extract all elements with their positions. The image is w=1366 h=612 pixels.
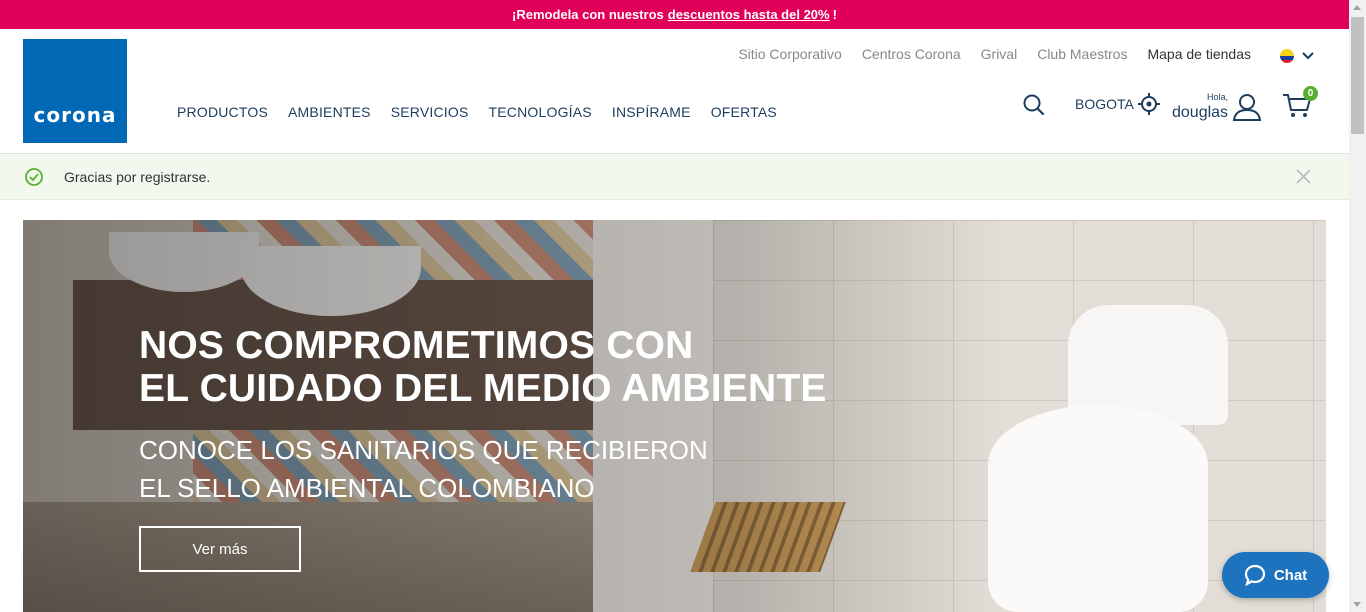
chevron-down-icon [1302, 52, 1314, 60]
promo-text: ¡Remodela con nuestros [512, 7, 664, 22]
notice-message: Gracias por registrarse. [64, 169, 211, 185]
user-name: douglas [1172, 104, 1229, 121]
scroll-down-arrow[interactable] [1353, 602, 1361, 607]
toplink-mapa-de-tiendas[interactable]: Mapa de tiendas [1147, 46, 1251, 62]
promo-discount-link[interactable]: descuentos hasta del 20% [668, 7, 830, 22]
chat-button[interactable]: Chat [1222, 552, 1329, 598]
hero-subtitle: CONOCE LOS SANITARIOS QUE RECIBIERON EL … [139, 431, 708, 507]
hero-banner[interactable]: NOS COMPROMETIMOS CON EL CUIDADO DEL MED… [23, 220, 1326, 612]
search-button[interactable] [1022, 93, 1046, 122]
cart-button[interactable]: 0 [1282, 86, 1318, 124]
user-icon [1232, 94, 1262, 121]
city-selector[interactable]: BOGOTA [1075, 93, 1160, 115]
check-circle-icon [25, 168, 43, 186]
promo-bar: ¡Remodela con nuestros descuentos hasta … [0, 0, 1349, 29]
main-nav: PRODUCTOS AMBIENTES SERVICIOS TECNOLOGÍA… [177, 104, 777, 120]
hero-subtitle-line1: CONOCE LOS SANITARIOS QUE RECIBIERON [139, 435, 708, 465]
toplink-centros-corona[interactable]: Centros Corona [862, 46, 961, 62]
city-label: BOGOTA [1075, 96, 1134, 112]
hero-subtitle-line2: EL SELLO AMBIENTAL COLOMBIANO [139, 473, 595, 503]
user-hola: Hola, [1207, 92, 1229, 102]
location-target-icon [1137, 93, 1160, 115]
ver-mas-button[interactable]: Ver más [139, 526, 301, 572]
hero-title: NOS COMPROMETIMOS CON EL CUIDADO DEL MED… [139, 324, 827, 410]
logo-text: corona [33, 103, 117, 127]
promo-end: ! [832, 7, 837, 22]
search-icon [1023, 94, 1045, 116]
nav-ofertas[interactable]: OFERTAS [711, 104, 777, 120]
success-notice: Gracias por registrarse. [0, 154, 1349, 200]
top-links: Sitio Corporativo Centros Corona Grival … [738, 46, 1251, 62]
toplink-club-maestros[interactable]: Club Maestros [1037, 46, 1127, 62]
chat-label: Chat [1273, 566, 1308, 584]
nav-productos[interactable]: PRODUCTOS [177, 104, 268, 120]
user-greeting: Hola, douglas [1172, 93, 1228, 121]
hero-title-line1: NOS COMPROMETIMOS CON [139, 324, 694, 367]
country-selector[interactable] [1280, 49, 1314, 63]
scroll-thumb[interactable] [1351, 17, 1364, 134]
nav-ambientes[interactable]: AMBIENTES [288, 104, 371, 120]
close-icon[interactable] [1296, 169, 1311, 184]
site-header: corona Sitio Corporativo Centros Corona … [0, 29, 1349, 154]
toplink-grival[interactable]: Grival [981, 46, 1018, 62]
cart-count-badge: 0 [1303, 86, 1318, 101]
page: ¡Remodela con nuestros descuentos hasta … [0, 0, 1366, 612]
colombia-flag-icon [1280, 49, 1294, 63]
page-scrollbar[interactable] [1349, 0, 1366, 612]
hero-title-line2: EL CUIDADO DEL MEDIO AMBIENTE [139, 367, 827, 410]
nav-tecnologias[interactable]: TECNOLOGÍAS [489, 104, 592, 120]
chat-bubble-icon [1244, 564, 1265, 586]
corona-logo[interactable]: corona [23, 39, 127, 143]
nav-servicios[interactable]: SERVICIOS [391, 104, 469, 120]
toplink-sitio-corporativo[interactable]: Sitio Corporativo [738, 46, 842, 62]
nav-inspirame[interactable]: INSPÍRAME [612, 104, 691, 120]
scroll-up-arrow[interactable] [1353, 5, 1361, 10]
user-account[interactable]: Hola, douglas [1172, 93, 1262, 121]
